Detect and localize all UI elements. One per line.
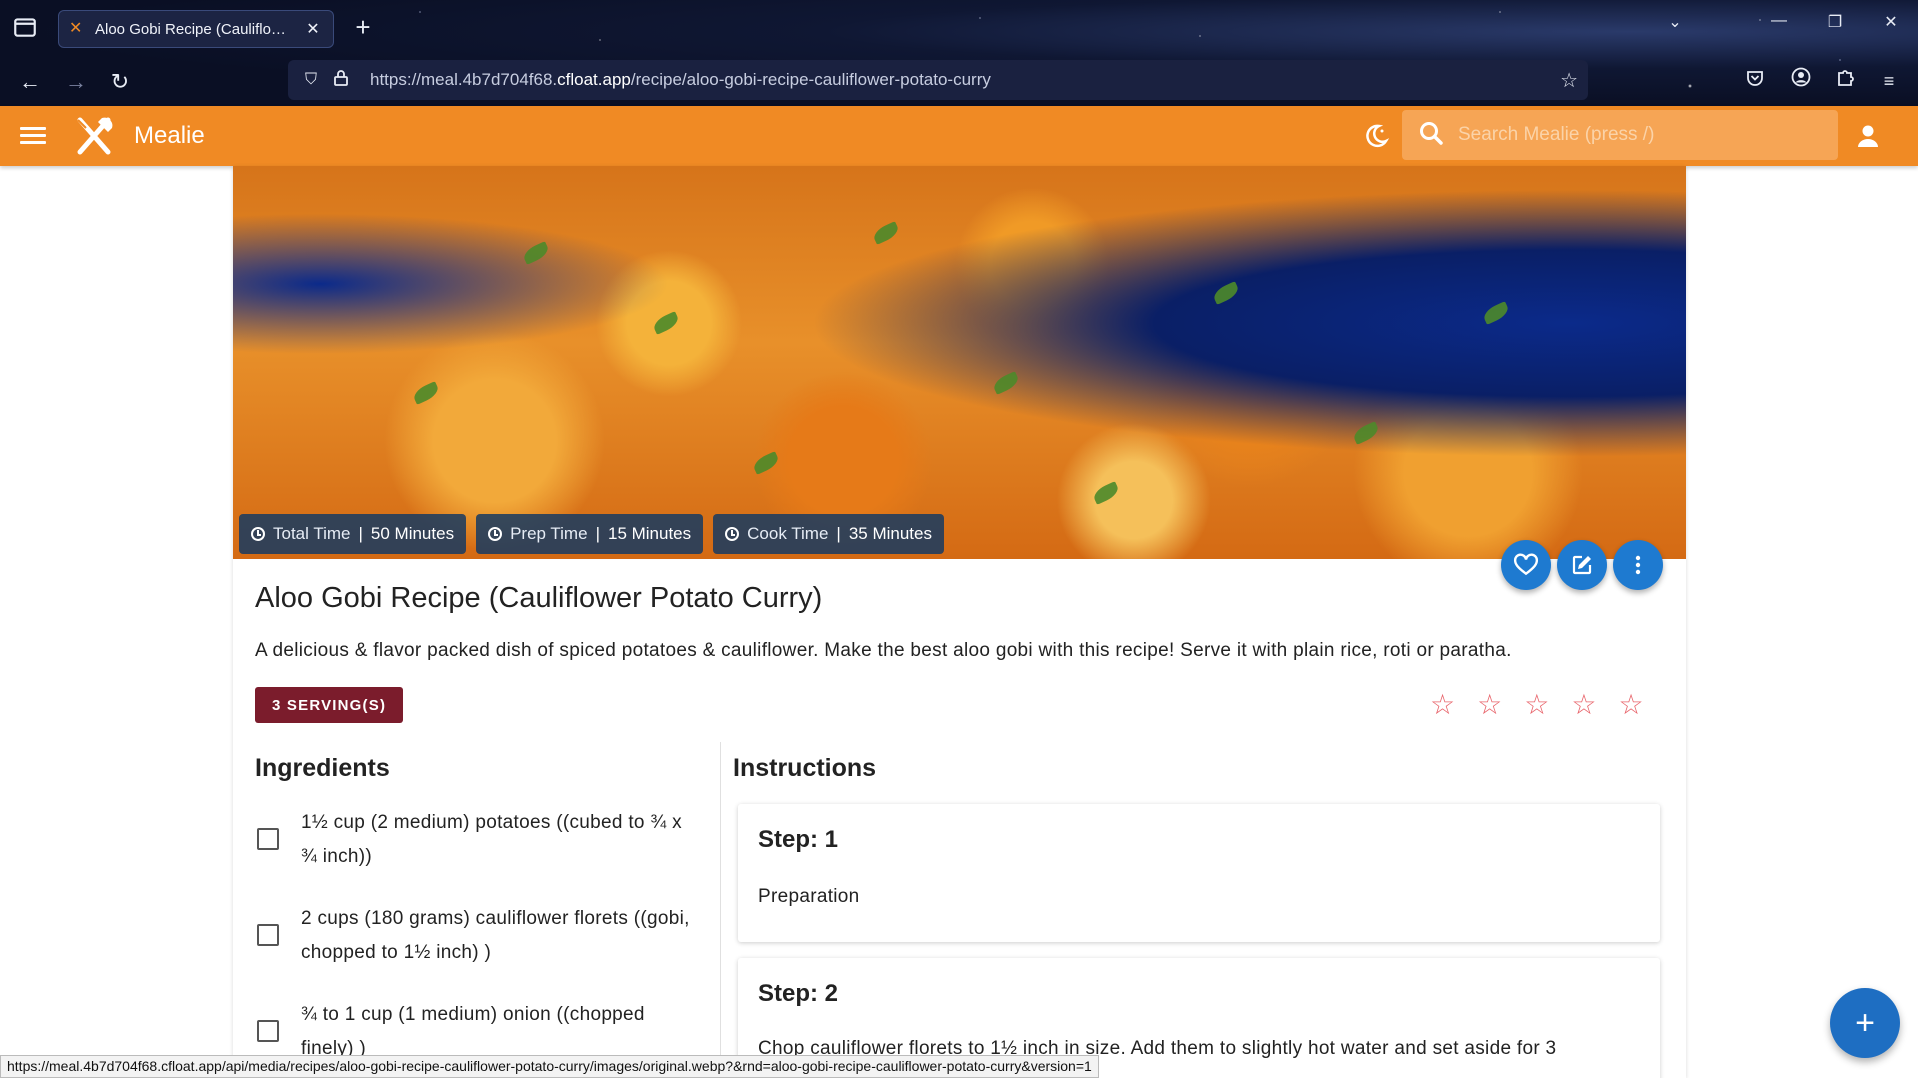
mealie-logo-icon[interactable] [72,114,116,158]
ingredient-list: 1½ cup (2 medium) potatoes ((cubed to ¾ … [255,806,695,1078]
prep-time-chip: Prep Time | 15 Minutes [476,514,704,554]
servings-badge[interactable]: 3 SERVING(S) [255,687,404,723]
step-heading: Step: 2 [758,980,839,1007]
extensions-icon[interactable] [1830,66,1860,96]
lock-icon[interactable] [326,69,356,91]
cook-time-chip: Cook Time | 35 Minutes [713,514,944,554]
new-tab-icon[interactable]: + [348,12,378,42]
shield-icon[interactable]: ⛉ [296,71,326,89]
browser-tab[interactable]: ✕ Aloo Gobi Recipe (Cauliflower Potato C… [58,10,334,48]
heart-icon [1513,553,1539,576]
restore-icon[interactable]: ❐ [1820,12,1850,32]
ingredient-checkbox[interactable] [257,924,279,946]
instruction-step[interactable]: Step: 1 Preparation [738,804,1660,942]
clock-icon [725,527,740,541]
step-heading: Step: 1 [758,826,839,853]
clock-icon [488,527,503,541]
recipe-card: Total Time | 50 Minutes Prep Time | 15 Minut… [233,166,1686,1078]
more-options-button[interactable] [1613,540,1663,590]
tab-overflow-chevron-icon[interactable]: ⌄ [1660,12,1690,32]
ingredient-checkbox[interactable] [257,828,279,850]
instructions-heading: Instructions [733,754,877,782]
column-divider [720,742,721,1078]
back-icon[interactable]: ← [14,66,46,98]
clock-icon [251,527,265,541]
app-brand[interactable]: Mealie [134,122,205,150]
ingredient-item[interactable]: 1½ cup (2 medium) potatoes ((cubed to ¾ … [255,806,695,874]
url-bar[interactable]: ⛉ https://meal.4b7d704f68.cfloat.app/rec… [288,60,1588,100]
recipe-time-chips: Total Time | 50 Minutes Prep Time | 15 Minut… [239,514,944,554]
hamburger-menu-icon[interactable] [20,123,46,149]
step-text: Preparation [758,886,860,907]
close-window-icon[interactable]: ✕ [1876,12,1906,32]
ingredient-checkbox[interactable] [257,1020,279,1042]
ingredients-heading: Ingredients [255,754,390,782]
search-bar[interactable] [1402,110,1838,160]
ingredient-item[interactable]: 2 cups (180 grams) cauliflower florets (… [255,902,695,970]
rating-star-icon[interactable]: ☆ [1430,690,1455,720]
bookmark-star-icon[interactable]: ☆ [1560,68,1578,93]
rating-star-icon[interactable]: ☆ [1618,690,1643,720]
minimize-icon[interactable]: — [1764,12,1794,30]
recipe-description: A delicious & flavor packed dish of spic… [255,640,1512,661]
recipe-actions [1501,540,1663,590]
menu-icon[interactable]: ≡ [1874,66,1904,96]
app-bar: Mealie [0,106,1918,166]
recipe-title: Aloo Gobi Recipe (Cauliflower Potato Cur… [255,582,823,614]
close-tab-icon[interactable]: ✕ [303,19,323,39]
tab-title: Aloo Gobi Recipe (Cauliflower Potato Cur… [95,20,295,38]
recipe-hero-image[interactable]: Total Time | 50 Minutes Prep Time | 15 Minut… [233,166,1686,559]
url-text: https://meal.4b7d704f68.cfloat.app/recip… [370,70,991,89]
edit-button[interactable] [1557,540,1607,590]
status-bar-url: https://meal.4b7d704f68.cfloat.app/api/m… [0,1055,1099,1078]
star-rating[interactable]: ☆ ☆ ☆ ☆ ☆ [1430,690,1644,720]
search-icon [1418,120,1444,151]
tab-list-icon[interactable] [12,14,38,40]
browser-chrome: ✕ Aloo Gobi Recipe (Cauliflower Potato C… [0,0,1918,106]
mealie-favicon-icon: ✕ [69,20,83,37]
total-time-chip: Total Time | 50 Minutes [239,514,467,554]
rating-star-icon[interactable]: ☆ [1524,690,1549,720]
favorite-button[interactable] [1501,540,1551,590]
edit-icon [1572,555,1592,575]
forward-icon[interactable]: → [60,66,92,98]
search-input[interactable] [1458,124,1828,146]
account-icon[interactable] [1786,66,1816,96]
pocket-icon[interactable] [1740,66,1770,96]
dark-mode-toggle-icon[interactable] [1362,122,1390,150]
rating-star-icon[interactable]: ☆ [1477,690,1502,720]
reload-icon[interactable]: ↻ [104,66,136,98]
more-vertical-icon [1635,555,1641,575]
user-account-icon[interactable] [1854,122,1882,150]
rating-star-icon[interactable]: ☆ [1571,690,1596,720]
add-recipe-button[interactable]: + [1830,988,1900,1058]
